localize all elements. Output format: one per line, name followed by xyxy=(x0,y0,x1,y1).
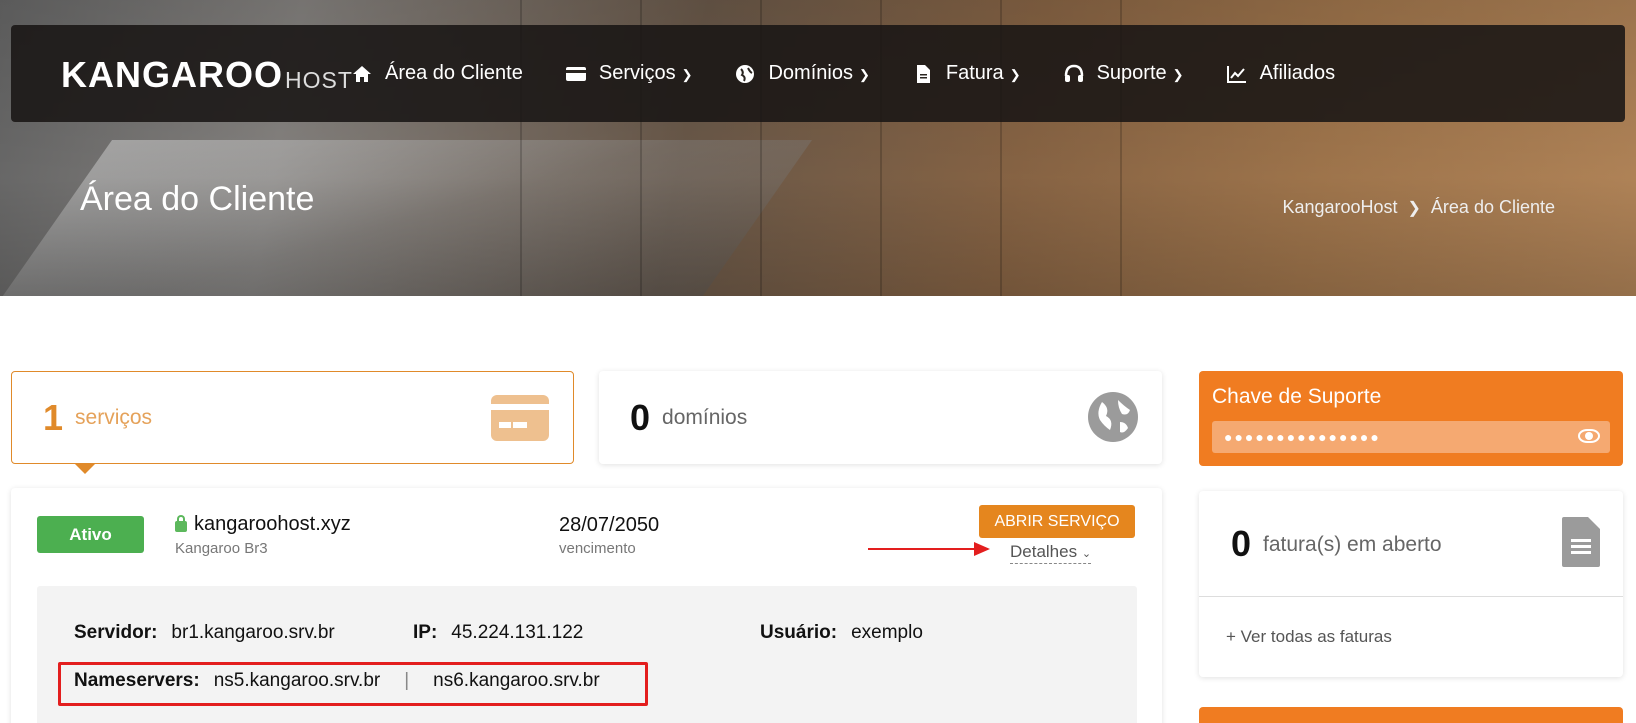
service-domain-text: kangaroohost.xyz xyxy=(194,513,351,535)
chevron-down-icon: ❯ xyxy=(858,67,870,82)
user-label: Usuário: xyxy=(760,622,838,643)
ip-label: IP: xyxy=(413,622,438,643)
service-due-label: vencimento xyxy=(559,540,636,557)
chevron-down-icon: ❯ xyxy=(681,67,693,82)
logo[interactable]: KANGAROO HOST xyxy=(61,53,353,95)
service-due-date: 28/07/2050 xyxy=(559,514,660,536)
nav-item-servicos[interactable]: Serviços ❯ xyxy=(565,62,693,85)
server-row: Servidor: br1.kangaroo.srv.br xyxy=(74,622,335,644)
services-label: serviços xyxy=(75,405,153,429)
credit-card-icon xyxy=(565,63,587,85)
server-label: Servidor: xyxy=(74,622,158,643)
document-icon xyxy=(912,63,934,85)
domains-label: domínios xyxy=(662,405,748,429)
chart-icon xyxy=(1226,63,1248,85)
nav-item-fatura[interactable]: Fatura ❯ xyxy=(912,62,1021,85)
nav-item-label: Área do Cliente xyxy=(385,62,523,84)
user-value: exemplo xyxy=(851,622,923,643)
annotation-arrow xyxy=(868,542,990,556)
nav-item-label: Serviços xyxy=(598,62,676,84)
document-icon xyxy=(1562,517,1600,567)
nav-item-dominios[interactable]: Domínios ❯ xyxy=(734,62,870,85)
chevron-down-icon: ❯ xyxy=(1172,67,1184,82)
globe-icon xyxy=(734,63,756,85)
eye-icon[interactable] xyxy=(1578,429,1600,443)
invoices-count: 0 xyxy=(1231,523,1252,564)
main-navbar: KANGAROO HOST Área do Cliente Serviços ❯ xyxy=(11,25,1625,122)
domains-count: 0 xyxy=(630,396,651,438)
server-value: br1.kangaroo.srv.br xyxy=(171,622,335,643)
chevron-down-icon: ⌄ xyxy=(1081,548,1092,560)
annotation-highlight-box xyxy=(58,662,648,706)
breadcrumb: KangarooHost ❯ Área do Cliente xyxy=(1282,197,1555,218)
hero-banner: KANGAROO HOST Área do Cliente Serviços ❯ xyxy=(0,0,1636,296)
services-count: 1 xyxy=(43,396,64,438)
credit-card-icon xyxy=(491,395,549,441)
services-stat-card[interactable]: 1 serviços xyxy=(11,371,574,474)
support-key-masked: ●●●●●●●●●●●●●●● xyxy=(1224,429,1381,445)
nav-item-label: Suporte xyxy=(1096,62,1167,84)
headset-icon xyxy=(1063,63,1085,85)
lock-icon xyxy=(175,515,187,532)
ip-value: 45.224.131.122 xyxy=(451,622,584,643)
divider xyxy=(1199,596,1623,597)
open-service-button[interactable]: ABRIR SERVIÇO xyxy=(979,505,1135,538)
service-domain[interactable]: kangaroohost.xyz xyxy=(175,513,351,536)
active-pointer xyxy=(74,463,96,474)
nav-item-suporte[interactable]: Suporte ❯ xyxy=(1063,62,1184,85)
support-key-panel: Chave de Suporte ●●●●●●●●●●●●●●● xyxy=(1199,371,1623,466)
nav-menu: Área do Cliente Serviços ❯ Domínios ❯ Fa… xyxy=(351,25,1377,122)
support-key-title: Chave de Suporte xyxy=(1212,385,1382,408)
view-all-invoices-link[interactable]: + Ver todas as faturas xyxy=(1226,627,1392,647)
chevron-right-icon: ❯ xyxy=(1407,199,1421,217)
nav-item-label: Domínios xyxy=(768,62,853,84)
details-toggle[interactable]: Detalhes ⌄ xyxy=(1010,542,1092,564)
status-badge: Ativo xyxy=(37,516,144,553)
logo-subtext: HOST xyxy=(285,67,353,93)
nav-item-label: Afiliados xyxy=(1259,62,1336,84)
details-toggle-label: Detalhes xyxy=(1010,542,1078,561)
breadcrumb-home-link[interactable]: KangarooHost xyxy=(1282,197,1397,218)
nav-item-area-cliente[interactable]: Área do Cliente xyxy=(351,62,523,85)
chevron-down-icon: ❯ xyxy=(1009,67,1021,82)
next-panel-header xyxy=(1199,707,1623,723)
page-title: Área do Cliente xyxy=(80,180,315,218)
logo-text: KANGAROO xyxy=(61,54,283,95)
nav-item-afiliados[interactable]: Afiliados xyxy=(1226,62,1336,85)
breadcrumb-current: Área do Cliente xyxy=(1430,197,1555,217)
home-icon xyxy=(351,63,373,85)
support-key-field: ●●●●●●●●●●●●●●● xyxy=(1212,421,1610,453)
invoices-panel: 0 fatura(s) em aberto + Ver todas as fat… xyxy=(1199,491,1623,677)
nav-item-label: Fatura xyxy=(945,62,1004,84)
user-row: Usuário: exemplo xyxy=(760,622,923,644)
ip-row: IP: 45.224.131.122 xyxy=(413,622,583,644)
invoices-label: fatura(s) em aberto xyxy=(1263,533,1442,556)
domains-stat-card[interactable]: 0 domínios xyxy=(599,371,1162,464)
globe-icon xyxy=(1088,392,1138,442)
service-plan: Kangaroo Br3 xyxy=(175,540,268,557)
